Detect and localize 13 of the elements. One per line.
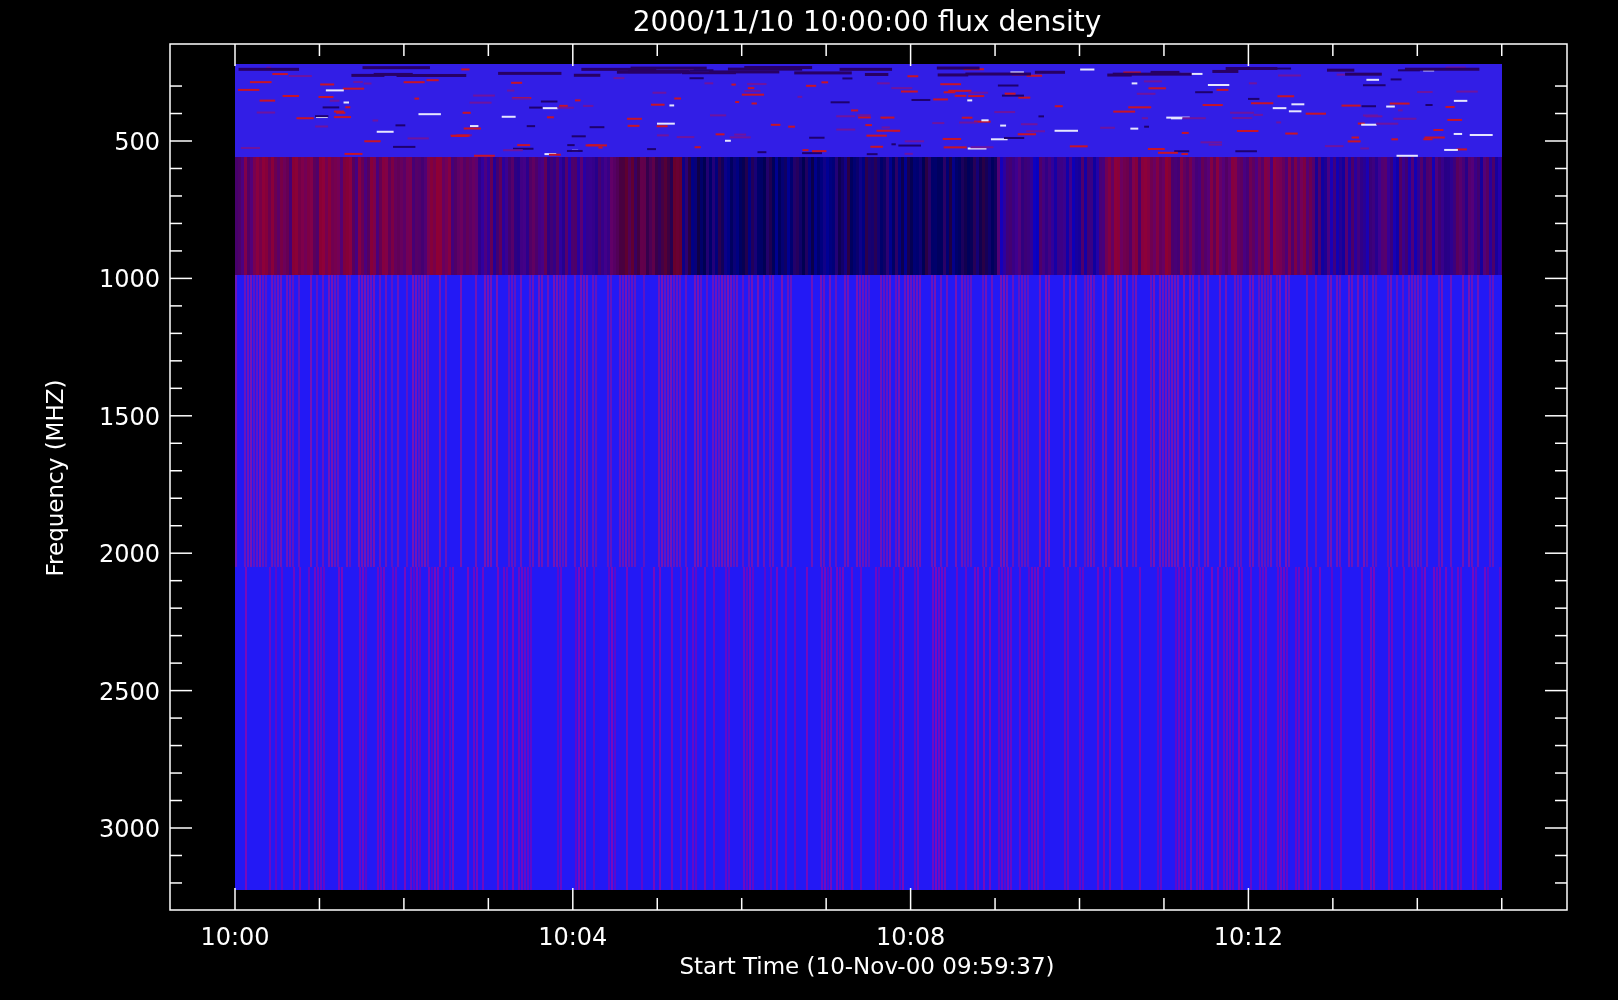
- chart-title: 2000/11/10 10:00:00 flux density: [632, 5, 1102, 38]
- y-tick-label: 2500: [98, 677, 160, 706]
- x-tick-label: 10:04: [538, 923, 608, 951]
- y-tick-label: 1500: [98, 402, 160, 431]
- y-tick-label: 3000: [98, 815, 160, 843]
- x-tick-label: 10:08: [876, 923, 946, 951]
- y-tick-label: 500: [114, 128, 160, 156]
- x-tick-label: 10:00: [200, 923, 270, 951]
- x-axis-label: Start Time (10-Nov-00 09:59:37): [679, 953, 1055, 979]
- y-tick-label: 1000: [98, 265, 160, 294]
- y-axis-label: Frequency (MHZ): [42, 379, 68, 577]
- y-tick-label: 2000: [98, 540, 160, 569]
- x-tick-label: 10:12: [1213, 923, 1283, 951]
